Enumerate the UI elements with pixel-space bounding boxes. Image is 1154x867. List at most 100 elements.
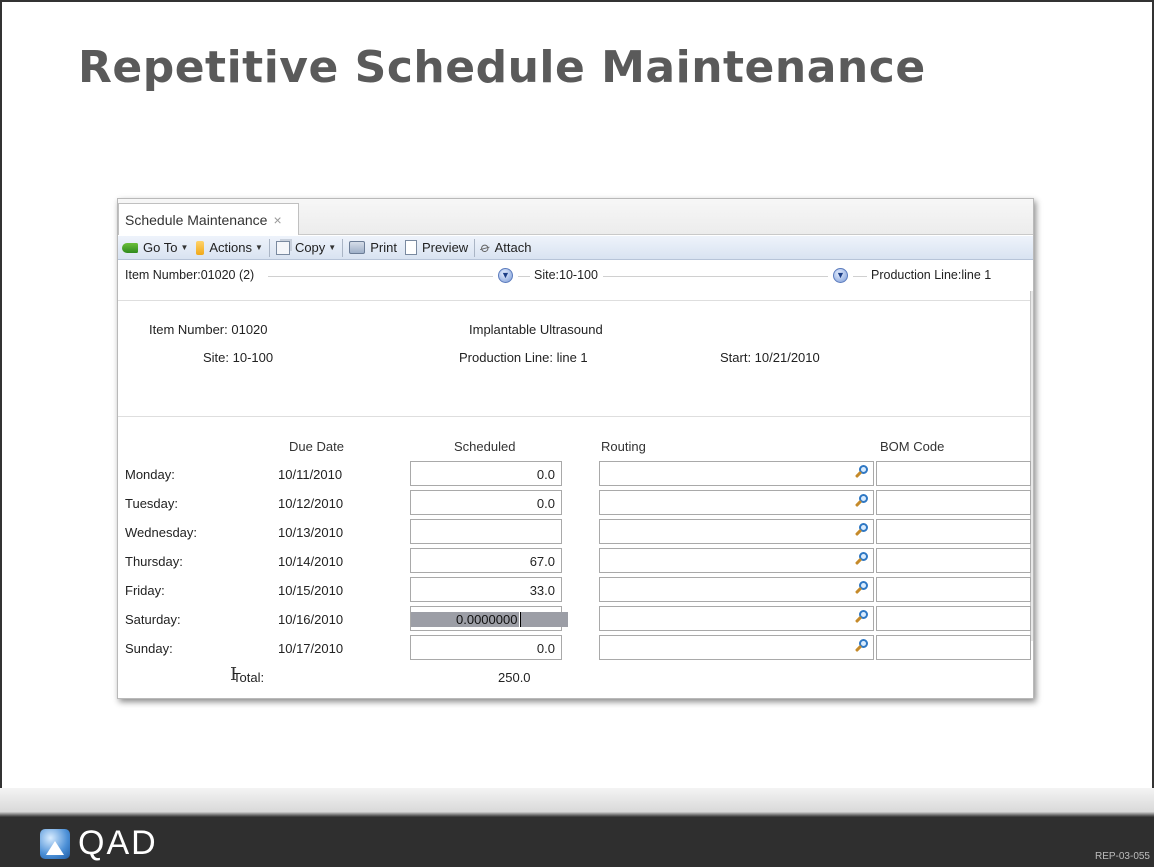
lookup-icon[interactable]: [853, 639, 869, 655]
attach-label: Attach: [494, 240, 532, 255]
due-date: 10/14/2010: [278, 554, 344, 569]
info-description: Implantable Ultrasound: [469, 322, 603, 337]
copy-button[interactable]: Copy ▼: [272, 237, 340, 259]
due-date: 10/13/2010: [278, 525, 344, 540]
goto-arrow-icon: [122, 242, 138, 253]
slide-code: REP-03-055: [1094, 851, 1150, 862]
bom-code-input-friday[interactable]: [876, 577, 1031, 602]
bom-code-input-sunday[interactable]: [876, 635, 1031, 660]
column-header-scheduled: Scheduled: [454, 439, 516, 454]
copy-label: Copy: [294, 240, 326, 255]
total-label: Total:: [233, 670, 265, 685]
paperclip-icon: ⌀: [478, 238, 494, 257]
column-header-bom-code: BOM Code: [880, 439, 945, 454]
toolbar-divider: [268, 238, 270, 257]
copy-icon: [275, 240, 290, 255]
day-label: Thursday:: [125, 554, 183, 569]
expand-item-icon[interactable]: ▼: [498, 268, 513, 283]
close-icon[interactable]: ×: [273, 212, 281, 228]
qad-logo: QAD: [40, 824, 158, 863]
routing-input-tuesday[interactable]: [599, 490, 874, 515]
routing-input-saturday[interactable]: [599, 606, 874, 631]
actions-label: Actions: [209, 240, 253, 255]
lookup-icon[interactable]: [853, 465, 869, 481]
day-label: Monday:: [125, 467, 175, 482]
lightning-icon: [196, 240, 205, 255]
preview-label: Preview: [421, 240, 469, 255]
lookup-icon[interactable]: [853, 552, 869, 568]
tab-schedule-maintenance[interactable]: Schedule Maintenance ×: [118, 203, 299, 235]
day-label: Saturday:: [125, 612, 181, 627]
lookup-icon[interactable]: [853, 494, 869, 510]
info-production-line: Production Line: line 1: [459, 350, 588, 365]
total-value: 250.0: [498, 670, 531, 685]
print-button[interactable]: Print: [345, 237, 401, 259]
bom-code-input-tuesday[interactable]: [876, 490, 1031, 515]
goto-label: Go To: [143, 240, 178, 255]
header-divider: [853, 276, 867, 277]
scheduled-input-monday[interactable]: 0.0: [410, 461, 562, 486]
scheduled-value: 0.0: [536, 496, 555, 511]
toolbar: Go To ▼ Actions ▼ Copy ▼ Print Preview ⌀…: [118, 236, 1033, 260]
goto-button[interactable]: Go To ▼: [118, 237, 192, 259]
lookup-icon[interactable]: [853, 581, 869, 597]
routing-input-wednesday[interactable]: [599, 519, 874, 544]
printer-icon: [349, 241, 366, 254]
chevron-down-icon: ▼: [255, 243, 263, 252]
scheduled-value: 0.0: [536, 467, 555, 482]
bom-code-input-thursday[interactable]: [876, 548, 1031, 573]
header-divider: [518, 276, 530, 277]
bom-code-input-monday[interactable]: [876, 461, 1031, 486]
context-header: Item Number:01020 (2) ▼ Site:10-100 ▼ Pr…: [118, 261, 1033, 291]
due-date: 10/17/2010: [278, 641, 344, 656]
info-start-date: Start: 10/21/2010: [720, 350, 820, 365]
day-label: Wednesday:: [125, 525, 198, 540]
footer-bar: [0, 817, 1154, 867]
info-site: Site: 10-100: [203, 350, 274, 365]
column-header-routing: Routing: [601, 439, 646, 454]
section-divider: [118, 300, 1030, 301]
routing-input-thursday[interactable]: [599, 548, 874, 573]
scheduled-input-thursday[interactable]: 67.0: [410, 548, 562, 573]
header-divider: [603, 276, 828, 277]
lookup-icon[interactable]: [853, 610, 869, 626]
header-site: Site:10-100: [534, 268, 598, 282]
routing-input-sunday[interactable]: [599, 635, 874, 660]
chevron-down-icon: ▼: [180, 243, 189, 252]
expand-site-icon[interactable]: ▼: [833, 268, 848, 283]
due-date: 10/11/2010: [278, 467, 343, 482]
toolbar-divider: [474, 238, 476, 257]
header-divider: [268, 276, 493, 277]
slide-title: Repetitive Schedule Maintenance: [78, 42, 926, 93]
due-date: 10/12/2010: [278, 496, 344, 511]
due-date: 10/15/2010: [278, 583, 344, 598]
section-divider: [118, 416, 1030, 417]
lookup-icon[interactable]: [853, 523, 869, 539]
scheduled-input-saturday[interactable]: 0.0000000: [410, 606, 569, 631]
qad-logo-icon: [40, 828, 70, 859]
scheduled-input-sunday[interactable]: 0.0: [410, 635, 562, 660]
scheduled-input-wednesday[interactable]: [410, 519, 562, 544]
column-header-due-date: Due Date: [289, 439, 344, 454]
scheduled-value: 33.0: [529, 583, 555, 598]
print-label: Print: [370, 240, 397, 255]
info-item-number: Item Number: 01020: [149, 322, 268, 337]
preview-button[interactable]: Preview: [401, 237, 472, 259]
bom-code-input-saturday[interactable]: [876, 606, 1031, 631]
header-production-line: Production Line:line 1: [871, 268, 992, 282]
actions-button[interactable]: Actions ▼: [192, 237, 267, 259]
routing-input-monday[interactable]: [599, 461, 874, 486]
scheduled-input-friday[interactable]: 33.0: [410, 577, 562, 602]
bom-code-input-wednesday[interactable]: [876, 519, 1031, 544]
scheduled-value-selected: 0.0000000: [411, 612, 520, 627]
due-date: 10/16/2010: [278, 612, 344, 627]
routing-input-friday[interactable]: [599, 577, 874, 602]
day-label: Friday:: [125, 583, 165, 598]
chevron-down-icon: ▼: [328, 243, 337, 252]
schedule-maintenance-window: Schedule Maintenance × Go To ▼ Actions ▼…: [117, 198, 1034, 699]
attach-button[interactable]: ⌀ Attach: [477, 237, 535, 259]
scheduled-input-tuesday[interactable]: 0.0: [410, 490, 562, 515]
toolbar-divider: [342, 238, 344, 257]
tab-label: Schedule Maintenance: [125, 211, 268, 228]
preview-icon: [404, 240, 417, 255]
